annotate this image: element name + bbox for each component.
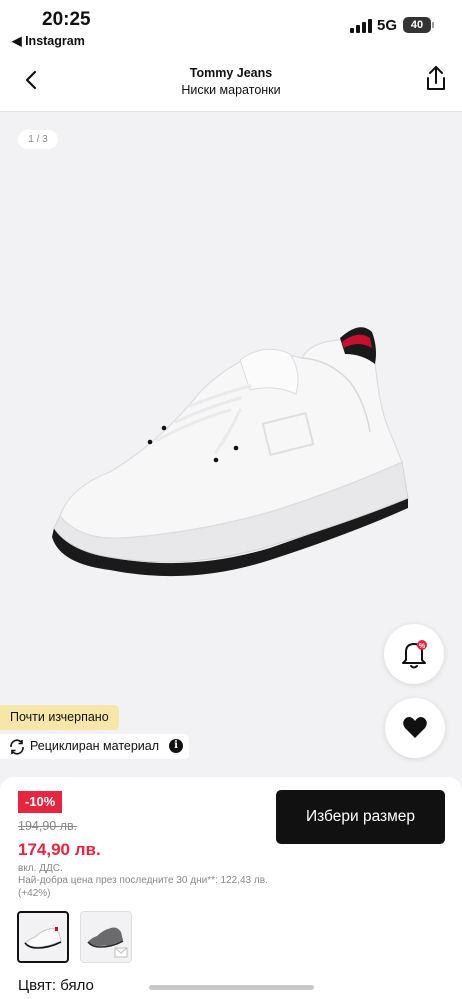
status-time: 20:25 xyxy=(42,9,91,30)
shoe-thumbnail xyxy=(87,927,128,958)
network-type: 5G xyxy=(377,17,398,34)
status-bar: 20:25 ◀ Instagram 5G 40 xyxy=(0,0,462,50)
battery-tip xyxy=(432,22,434,28)
product-image-gallery[interactable]: 1 / 3 % Почти изчерпано Рециклиран матер… xyxy=(0,112,462,777)
product-header: Tommy Jeans Ниски маратонки xyxy=(0,50,462,112)
home-indicator xyxy=(149,985,314,990)
product-summary-card: -10% 194,90 лв. 174,90 лв. вкл. ДДС. Най… xyxy=(0,777,462,999)
signal-icon xyxy=(350,19,372,33)
svg-text:%: % xyxy=(419,643,426,650)
image-counter: 1 / 3 xyxy=(18,130,58,149)
recycled-material-badge[interactable]: Рециклиран материал i xyxy=(0,734,189,759)
heart-icon xyxy=(403,717,427,738)
best-price-note: Най-добра цена през последните 30 дни**:… xyxy=(18,875,268,899)
back-to-instagram-link[interactable]: ◀ Instagram xyxy=(12,33,85,48)
low-stock-badge: Почти изчерпано xyxy=(0,705,119,730)
color-swatch-white[interactable] xyxy=(17,911,69,963)
vat-note: вкл. ДДС. xyxy=(18,863,63,874)
wishlist-button[interactable] xyxy=(385,698,445,758)
info-icon[interactable]: i xyxy=(169,739,183,753)
current-price: 174,90 лв. xyxy=(18,840,101,859)
share-icon xyxy=(427,66,445,90)
share-button[interactable] xyxy=(422,64,450,94)
recycle-icon xyxy=(10,739,24,755)
price-alert-button[interactable]: % xyxy=(384,624,444,684)
product-type: Ниски маратонки xyxy=(181,83,281,97)
color-label: Цвят: бяло xyxy=(18,977,94,994)
product-image xyxy=(52,327,409,577)
select-size-button[interactable]: Избери размер xyxy=(276,790,445,844)
color-swatch-grey[interactable] xyxy=(80,911,132,963)
brand-name: Tommy Jeans xyxy=(189,66,273,80)
recycled-material-label: Рециклиран материал xyxy=(30,739,160,753)
battery-icon: 40 xyxy=(403,17,431,33)
bell-icon: % xyxy=(402,640,427,669)
discount-badge: -10% xyxy=(18,791,63,813)
old-price: 194,90 лв. xyxy=(18,819,78,833)
shoe-thumbnail xyxy=(24,927,62,949)
